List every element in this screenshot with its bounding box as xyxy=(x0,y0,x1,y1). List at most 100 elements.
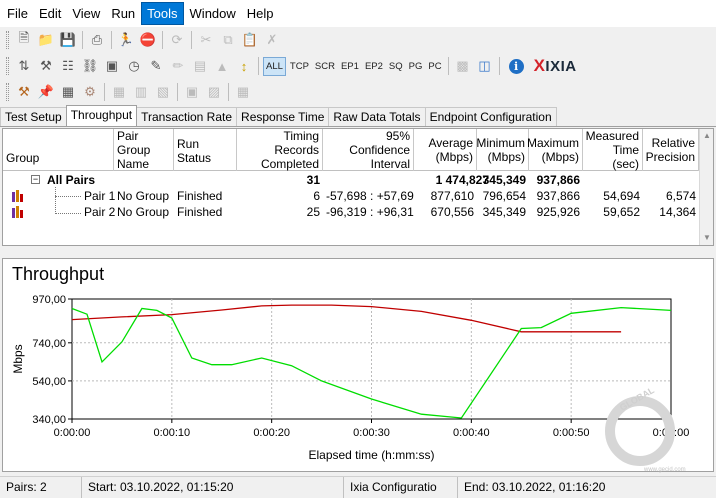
toolbar-grip[interactable] xyxy=(6,57,9,75)
toolbar-separator xyxy=(111,31,112,49)
pair-relative-precision: 6,574 xyxy=(665,189,696,203)
filter-pc-button[interactable]: PC xyxy=(426,58,443,75)
toolbar-grip[interactable] xyxy=(6,31,9,49)
delete-icon[interactable]: ✗ xyxy=(261,29,283,51)
sort-numeric-icon[interactable]: ↕ xyxy=(233,55,255,77)
filter-all-button[interactable]: ALL xyxy=(263,56,286,76)
column-header-run-status[interactable]: Run Status xyxy=(174,129,237,171)
status-start-time: Start: 03.10.2022, 01:15:20 xyxy=(82,477,344,498)
grid-vertical-scrollbar[interactable]: ▲ ▼ xyxy=(699,129,713,245)
table-row[interactable]: Pair 1 No Group Finished 6 -57,698 : +57… xyxy=(3,188,713,204)
toolbar-separator xyxy=(177,83,178,101)
summary-row[interactable]: − All Pairs 31 1 474,827 345,349 937,866 xyxy=(3,172,713,188)
status-end-time: End: 03.10.2022, 01:16:20 xyxy=(464,480,606,494)
collapse-icon[interactable]: ▥ xyxy=(130,81,152,103)
connect-icon[interactable]: ⛓ xyxy=(79,55,101,77)
menu-run[interactable]: Run xyxy=(106,3,140,24)
pencil-icon[interactable]: ✏ xyxy=(167,55,189,77)
pair-measured-time: 54,694 xyxy=(603,189,640,203)
tab-endpoint-configuration[interactable]: Endpoint Configuration xyxy=(424,107,557,126)
column-header-maximum[interactable]: Maximum (Mbps) xyxy=(527,129,583,171)
pair-run-status: Finished xyxy=(177,189,223,203)
export-icon[interactable]: ▩ xyxy=(452,55,474,77)
tab-throughput[interactable]: Throughput xyxy=(65,105,138,126)
pair-group-name: No Group xyxy=(117,205,170,219)
paste-icon[interactable]: 📋 xyxy=(239,29,261,51)
pairs-toolbar: ⇅ ⚒ ☷ ⛓ ▣ ◷ ✎ ✏ ▤ ▲ ↕ ALL TCP SCR EP1 EP… xyxy=(0,53,716,79)
scroll-down-arrow-icon[interactable]: ▼ xyxy=(700,231,714,245)
throughput-chart-panel: Throughput 340,00 540,00 740,00 970,00 0:00:… xyxy=(2,258,714,472)
link-icon[interactable]: ▨ xyxy=(203,81,225,103)
column-header-minimum[interactable]: Minimum (Mbps) xyxy=(476,129,529,171)
summary-timing-records: 31 xyxy=(306,173,320,187)
report-icon[interactable]: ⚙ xyxy=(79,81,101,103)
compare-icon[interactable]: ▦ xyxy=(57,81,79,103)
save-icon[interactable]: 💾 xyxy=(57,29,79,51)
collapse-toggle[interactable]: − xyxy=(31,175,40,184)
throughput-chart: 340,00 540,00 740,00 970,00 0:00:00 0:00:10 0:… xyxy=(11,294,689,462)
menu-window[interactable]: Window xyxy=(185,3,241,24)
merge-icon[interactable]: ▧ xyxy=(152,81,174,103)
print-icon[interactable]: ⎙ xyxy=(86,29,108,51)
filter-tcp-button[interactable]: TCP xyxy=(288,58,311,75)
ixia-logo: XIXIA xyxy=(533,56,577,75)
pair-run-status: Finished xyxy=(177,205,223,219)
column-header-group[interactable]: Group xyxy=(3,129,114,171)
column-header-average[interactable]: Average (Mbps) xyxy=(414,129,477,171)
tab-test-setup[interactable]: Test Setup xyxy=(0,107,67,126)
cut-icon[interactable]: ✂ xyxy=(195,29,217,51)
column-header-pair-group-name[interactable]: Pair Group Name xyxy=(114,129,174,171)
edit-icon[interactable]: ✎ xyxy=(145,55,167,77)
tab-transaction-rate[interactable]: Transaction Rate xyxy=(136,107,238,126)
column-header-timing-records[interactable]: Timing Records Completed xyxy=(237,129,323,171)
pin-icon[interactable]: 📌 xyxy=(35,81,57,103)
pair-group-name: No Group xyxy=(117,189,170,203)
expand-icon[interactable]: ▦ xyxy=(108,81,130,103)
filter-sq-button[interactable]: SQ xyxy=(387,58,405,75)
filter-icon[interactable]: ▲ xyxy=(211,55,233,77)
run-icon[interactable]: 🏃 xyxy=(115,29,137,51)
pair-endpoint-icon xyxy=(12,190,23,202)
add-pair-icon[interactable]: ⇅ xyxy=(13,55,35,77)
scroll-up-arrow-icon[interactable]: ▲ xyxy=(700,129,714,143)
menu-file[interactable]: File xyxy=(2,3,33,24)
menu-tools[interactable]: Tools xyxy=(141,2,184,25)
add-multicast-icon[interactable]: ⚒ xyxy=(35,55,57,77)
main-toolbar: 🗎 📁 💾 ⎙ 🏃 ⛔ ⟳ ✂ ⧉ 📋 ✗ xyxy=(0,27,716,53)
column-header-relative-precision[interactable]: Relative Precision xyxy=(643,129,699,171)
column-header-confidence-interval[interactable]: 95% Confidence Interval xyxy=(323,129,414,171)
open-folder-icon[interactable]: 📁 xyxy=(35,29,57,51)
pair-maximum: 925,926 xyxy=(536,205,580,219)
network-icon[interactable]: ☷ xyxy=(57,55,79,77)
filter-scr-button[interactable]: SCR xyxy=(313,58,337,75)
filter-ep1-button[interactable]: EP1 xyxy=(339,58,361,75)
pair-name: Pair 1 xyxy=(84,189,115,203)
toolbar-grip[interactable] xyxy=(6,83,9,101)
stop-icon[interactable]: ⛔ xyxy=(137,29,159,51)
info-icon[interactable]: i xyxy=(508,58,524,74)
filter-pg-button[interactable]: PG xyxy=(407,58,425,75)
menu-view[interactable]: View xyxy=(67,3,105,24)
new-file-icon[interactable]: 🗎 xyxy=(13,29,35,51)
tab-response-time[interactable]: Response Time xyxy=(236,107,330,126)
pair-endpoint-icon xyxy=(12,206,23,218)
y-axis-label: Mbps xyxy=(11,344,25,373)
menu-edit[interactable]: Edit xyxy=(34,3,66,24)
filter-ep2-button[interactable]: EP2 xyxy=(363,58,385,75)
split-icon[interactable]: ▣ xyxy=(181,81,203,103)
toolbar-separator xyxy=(82,31,83,49)
script-icon[interactable]: ▤ xyxy=(189,55,211,77)
tab-raw-data-totals[interactable]: Raw Data Totals xyxy=(328,107,426,126)
summary-minimum: 345,349 xyxy=(482,173,526,187)
refresh-icon[interactable]: ⟳ xyxy=(166,29,188,51)
table-row[interactable]: Pair 2 No Group Finished 25 -96,319 : +9… xyxy=(3,204,713,220)
endpoint-icon[interactable]: ▣ xyxy=(101,55,123,77)
timer-icon[interactable]: ◷ xyxy=(123,55,145,77)
column-header-measured-time[interactable]: Measured Time (sec) xyxy=(583,129,643,171)
tools-icon[interactable]: ⚒ xyxy=(13,81,35,103)
menu-help[interactable]: Help xyxy=(242,3,279,24)
window-icon[interactable]: ◫ xyxy=(474,55,496,77)
grid-view-icon[interactable]: ▦ xyxy=(232,81,254,103)
pair-confidence-interval: -96,319 : +96,319 xyxy=(326,205,414,219)
copy-icon[interactable]: ⧉ xyxy=(217,29,239,51)
